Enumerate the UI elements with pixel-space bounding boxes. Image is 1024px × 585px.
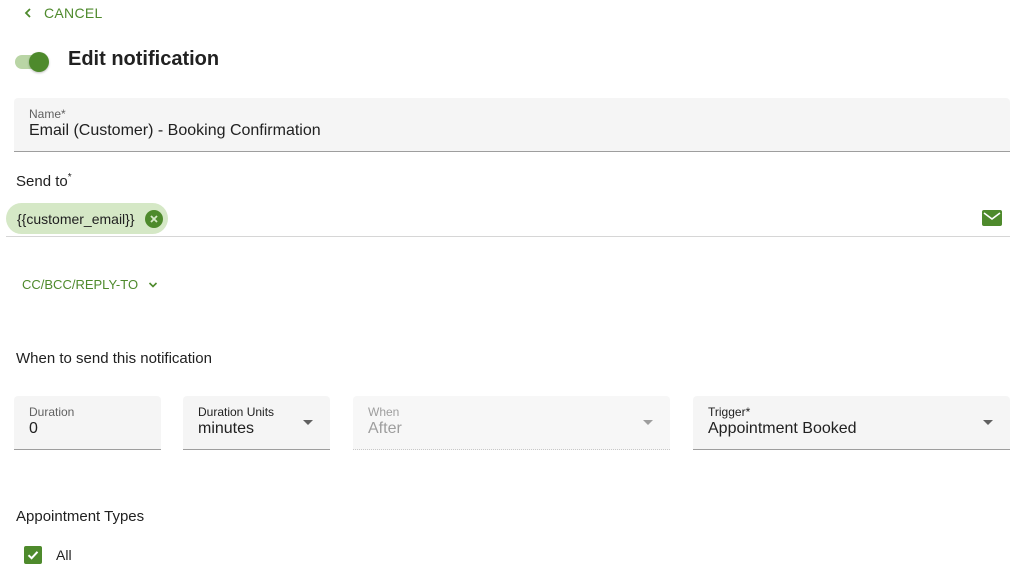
duration-units-select[interactable]: Duration Units minutes — [183, 396, 330, 450]
send-to-input[interactable]: {{customer_email}} — [6, 200, 1010, 237]
dropdown-arrow-icon — [303, 420, 313, 425]
trigger-label: Trigger* — [708, 405, 751, 419]
cancel-button[interactable]: CANCEL — [22, 3, 103, 23]
cancel-label: CANCEL — [44, 5, 103, 21]
duration-units-label: Duration Units — [198, 405, 275, 419]
dropdown-arrow-icon — [983, 420, 993, 425]
when-label: When — [368, 405, 400, 419]
duration-field[interactable]: Duration 0 — [14, 396, 161, 450]
name-field-label: Name* — [29, 107, 66, 121]
page-title: Edit notification — [68, 48, 220, 70]
required-marker: * — [67, 172, 72, 183]
when-select: When After — [353, 396, 670, 450]
cc-bcc-replyto-label: CC/BCC/REPLY-TO — [22, 277, 139, 292]
name-field[interactable]: Name* Email (Customer) - Booking Confirm… — [14, 98, 1010, 152]
trigger-select[interactable]: Trigger* Appointment Booked — [693, 396, 1010, 450]
dropdown-arrow-icon — [643, 420, 653, 425]
when-to-send-heading: When to send this notification — [16, 350, 212, 367]
send-to-label: Send to* — [16, 172, 72, 190]
duration-label: Duration — [29, 405, 75, 419]
trigger-value: Appointment Booked — [708, 420, 857, 437]
when-value: After — [368, 420, 402, 437]
all-appointment-types-checkbox[interactable] — [24, 546, 42, 564]
check-icon — [27, 551, 39, 560]
mail-icon[interactable] — [982, 210, 1002, 226]
recipient-chip[interactable]: {{customer_email}} — [6, 203, 168, 234]
chevron-left-icon — [24, 8, 31, 18]
notification-enabled-toggle[interactable] — [13, 52, 49, 72]
chevron-down-icon — [149, 281, 158, 288]
duration-units-value: minutes — [198, 420, 255, 437]
appointment-types-heading: Appointment Types — [16, 508, 145, 525]
name-field-value: Email (Customer) - Booking Confirmation — [29, 122, 321, 139]
duration-value: 0 — [29, 420, 38, 437]
cc-bcc-replyto-toggle[interactable]: CC/BCC/REPLY-TO — [22, 277, 158, 292]
remove-chip-icon[interactable] — [144, 209, 163, 228]
recipient-chip-label: {{customer_email}} — [17, 210, 135, 227]
all-appointment-types-label: All — [56, 547, 72, 563]
toggle-thumb — [29, 52, 49, 72]
